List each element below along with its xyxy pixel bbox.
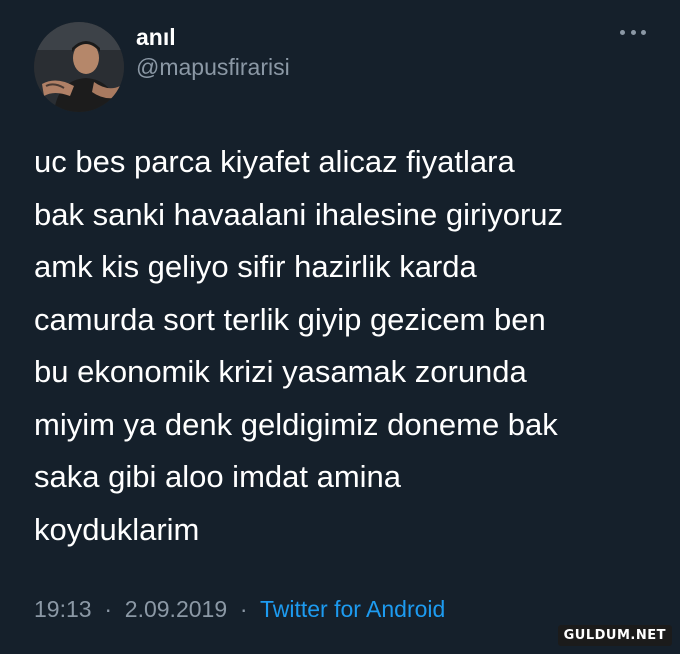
tweet-source-link[interactable]: Twitter for Android [260,596,445,622]
more-options-icon[interactable] [618,22,648,42]
tweet-line: miyim ya denk geldigimiz doneme bak [34,406,558,442]
tweet-date[interactable]: 2.09.2019 [125,596,227,622]
display-name[interactable]: anıl [136,24,176,51]
meta-separator: · [97,596,119,622]
dot-icon [630,29,636,35]
tweet-text: uc bes parca kiyafet alicaz fiyatlara ba… [34,136,654,556]
tweet-meta: 19:13 · 2.09.2019 · Twitter for Android [34,596,445,623]
meta-separator: · [233,596,254,622]
tweet-line: bak sanki havaalani ihalesine giriyoruz [34,196,564,232]
tweet-line: saka gibi aloo imdat amina [34,459,402,494]
dot-icon [641,29,646,35]
tweet-card: anıl @mapusfirarisi uc bes parca kiyafet… [0,0,680,654]
tweet-line: koyduklarim [34,511,200,547]
tweet-line: camurda sort terlik giyip gezicem ben [34,301,546,337]
watermark: GULDUM.NET [557,625,672,646]
tweet-line: bu ekonomik krizi yasamak zorunda [34,354,527,389]
tweet-line: uc bes parca kiyafet alicaz fiyatlara [34,144,515,179]
tweet-line: amk kis geliyo sifir hazirlik karda [34,249,477,284]
tweet-time[interactable]: 19:13 [34,596,92,622]
avatar[interactable] [34,22,124,112]
user-handle[interactable]: @mapusfirarisi [136,54,290,81]
dot-icon [620,29,625,35]
profile-photo-icon [34,22,124,112]
